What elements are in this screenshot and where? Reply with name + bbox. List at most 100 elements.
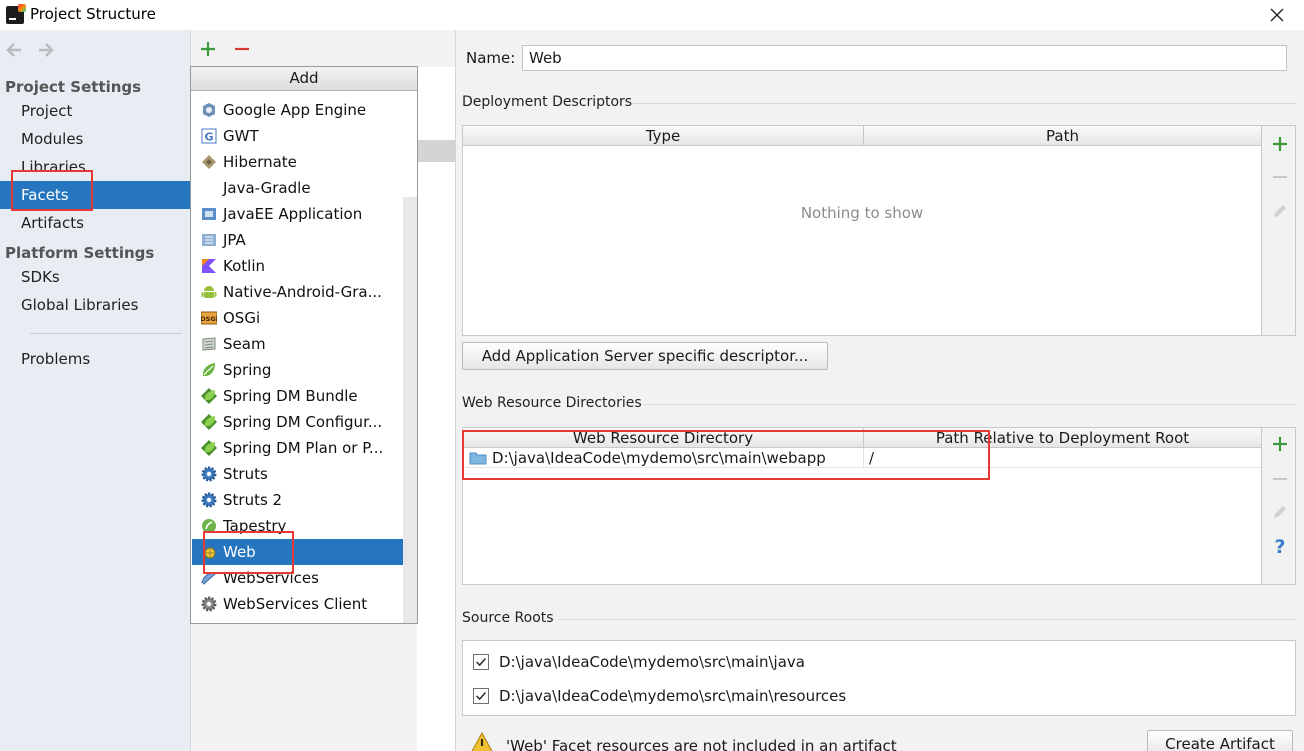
popup-item-label: Web — [223, 543, 256, 561]
popup-item-webservices[interactable]: WebServices — [192, 565, 403, 591]
warning-icon — [471, 732, 493, 751]
add-directory-icon[interactable] — [1270, 434, 1290, 454]
help-icon[interactable]: ? — [1270, 536, 1290, 556]
close-icon[interactable] — [1266, 4, 1288, 26]
facets-list-row[interactable] — [417, 140, 455, 162]
facets-list — [417, 67, 455, 751]
sidebar-item-artifacts[interactable]: Artifacts — [0, 209, 190, 237]
column-header-path[interactable]: Path — [863, 126, 1261, 146]
group-separator — [644, 404, 1296, 405]
add-descriptor-icon[interactable] — [1270, 134, 1290, 154]
seam-icon — [202, 337, 216, 351]
sidebar-item-facets[interactable]: Facets — [0, 181, 190, 209]
spring-dm-icon — [201, 414, 217, 430]
back-arrow-icon[interactable] — [4, 40, 24, 60]
window-title: Project Structure — [30, 5, 156, 23]
popup-item-javaee-application[interactable]: JavaEE Application — [192, 201, 403, 227]
struts-gear-icon — [201, 466, 217, 482]
web-resource-directories-table[interactable]: Web Resource Directory Path Relative to … — [462, 427, 1262, 585]
source-roots-list: D:\java\IdeaCode\mydemo\src\main\java D:… — [462, 640, 1296, 716]
column-header-path-relative[interactable]: Path Relative to Deployment Root — [863, 428, 1261, 448]
sidebar-item-sdks[interactable]: SDKs — [0, 263, 190, 291]
remove-directory-icon[interactable] — [1270, 469, 1290, 489]
intellij-logo-icon — [6, 4, 26, 24]
add-facet-popup: Add Google App Engine G GWT Hibernate Ja… — [190, 66, 418, 624]
edit-descriptor-icon[interactable] — [1270, 201, 1290, 221]
struts-gear-icon — [201, 492, 217, 508]
edit-directory-icon[interactable] — [1270, 502, 1290, 522]
jpa-icon — [202, 234, 216, 246]
name-field[interactable]: Web — [522, 45, 1287, 71]
popup-item-web[interactable]: Web — [192, 539, 403, 565]
popup-item-seam[interactable]: Seam — [192, 331, 403, 357]
table-cell-path: / — [869, 449, 875, 467]
source-roots-label: Source Roots — [462, 610, 554, 626]
popup-item-label: Kotlin — [223, 257, 265, 275]
popup-item-tapestry[interactable]: Tapestry — [192, 513, 403, 539]
gwt-icon: G — [201, 128, 217, 144]
web-resource-directories-label: Web Resource Directories — [462, 395, 642, 411]
column-header-web-resource-directory[interactable]: Web Resource Directory — [463, 428, 863, 448]
spring-icon — [202, 363, 215, 377]
web-icon — [204, 547, 216, 559]
popup-item-label: Seam — [223, 335, 266, 353]
popup-item-label: Spring — [223, 361, 272, 379]
group-separator — [558, 619, 1296, 620]
popup-title: Add — [191, 67, 417, 91]
popup-item-gwt[interactable]: G GWT — [192, 123, 403, 149]
popup-item-jpa[interactable]: JPA — [192, 227, 403, 253]
popup-item-struts[interactable]: Struts — [192, 461, 403, 487]
sidebar-item-libraries[interactable]: Libraries — [0, 153, 190, 179]
deployment-descriptors-table[interactable]: Type Path Nothing to show — [462, 125, 1262, 336]
add-facet-icon[interactable] — [199, 40, 217, 58]
svg-text:OSGi: OSGi — [201, 315, 217, 323]
section-project-settings: Project Settings — [5, 78, 142, 96]
popup-item-hibernate[interactable]: Hibernate — [192, 149, 403, 175]
create-artifact-button[interactable]: Create Artifact — [1147, 730, 1293, 751]
sidebar-item-global-libraries[interactable]: Global Libraries — [0, 291, 190, 319]
popup-item-label: Java-Gradle — [223, 179, 311, 197]
svg-text:G: G — [204, 131, 213, 144]
popup-item-spring[interactable]: Spring — [192, 357, 403, 383]
kotlin-icon — [202, 259, 216, 273]
popup-scrollbar[interactable] — [403, 197, 417, 623]
osgi-icon: OSGi — [201, 311, 217, 325]
section-platform-settings: Platform Settings — [5, 244, 155, 262]
sidebar-item-problems[interactable]: Problems — [0, 345, 190, 373]
remove-facet-icon[interactable] — [233, 40, 251, 58]
remove-descriptor-icon[interactable] — [1270, 167, 1290, 187]
popup-item-osgi[interactable]: OSGi OSGi — [192, 305, 403, 331]
popup-item-spring-dm-bundle[interactable]: Spring DM Bundle — [192, 383, 403, 409]
checkbox-checked-icon[interactable] — [473, 654, 489, 670]
table-header: Web Resource Directory Path Relative to … — [463, 428, 1261, 448]
sidebar-item-project[interactable]: Project — [0, 97, 190, 125]
source-root-path: D:\java\IdeaCode\mydemo\src\main\resourc… — [499, 687, 847, 705]
popup-item-google-app-engine[interactable]: Google App Engine — [192, 97, 403, 123]
column-header-type[interactable]: Type — [463, 126, 863, 146]
sidebar-item-modules[interactable]: Modules — [0, 125, 190, 153]
svg-text:?: ? — [1274, 536, 1285, 556]
popup-item-native-android-gradle[interactable]: Native-Android-Gra... — [192, 279, 403, 305]
popup-item-kotlin[interactable]: Kotlin — [192, 253, 403, 279]
forward-arrow-icon[interactable] — [36, 40, 56, 60]
column-divider — [863, 448, 864, 468]
checkbox-checked-icon[interactable] — [473, 688, 489, 704]
popup-item-label: Spring DM Configur... — [223, 413, 383, 431]
webservices-client-icon — [201, 596, 217, 612]
webservices-icon — [201, 572, 217, 585]
source-root-path: D:\java\IdeaCode\mydemo\src\main\java — [499, 653, 805, 671]
add-descriptor-button[interactable]: Add Application Server specific descript… — [462, 342, 828, 370]
popup-item-label: Hibernate — [223, 153, 297, 171]
popup-item-label: JPA — [223, 231, 246, 249]
popup-item-spring-dm-plan[interactable]: Spring DM Plan or P... — [192, 435, 403, 461]
hibernate-icon — [202, 155, 216, 169]
deployment-descriptors-label: Deployment Descriptors — [462, 94, 633, 110]
table-row[interactable]: D:\java\IdeaCode\mydemo\src\main\webapp … — [463, 448, 1261, 468]
popup-item-label: WebServices — [223, 569, 319, 587]
popup-item-java-gradle[interactable]: Java-Gradle — [192, 175, 403, 201]
popup-item-struts-2[interactable]: Struts 2 — [192, 487, 403, 513]
popup-item-webservices-client[interactable]: WebServices Client — [192, 591, 403, 617]
popup-item-label: Native-Android-Gra... — [223, 283, 382, 301]
table-cell-directory: D:\java\IdeaCode\mydemo\src\main\webapp — [492, 449, 826, 467]
popup-item-spring-dm-configuration[interactable]: Spring DM Configur... — [192, 409, 403, 435]
